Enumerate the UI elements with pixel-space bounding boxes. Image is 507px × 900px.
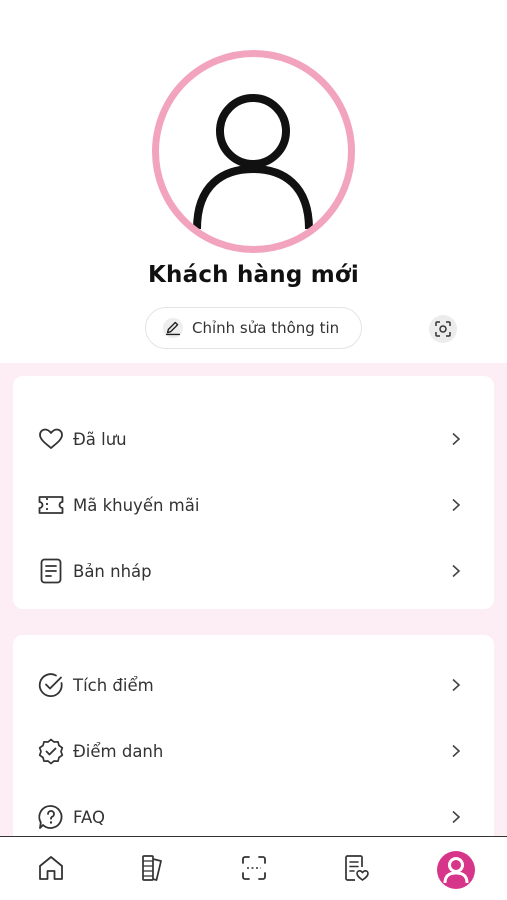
nav-orders[interactable] [339,851,373,885]
menu-area: Đã lưu Mã khuyến mãi Bản nháp Tích điểm … [0,363,507,836]
menu-item-label: FAQ [73,807,105,827]
menu-item-saved[interactable]: Đã lưu [13,414,494,464]
nav-home[interactable] [34,851,68,885]
chevron-right-icon [452,678,461,692]
question-bubble-icon [38,805,63,829]
home-icon [39,856,63,880]
menu-item-check-in[interactable]: Điểm danh [13,726,494,776]
menu-item-drafts[interactable]: Bản nháp [13,546,494,596]
edit-profile-label: Chỉnh sửa thông tin [192,319,340,337]
menu-card-1: Đã lưu Mã khuyến mãi Bản nháp [13,376,494,609]
menu-item-label: Tích điểm [73,675,154,695]
bottom-navigation [0,836,507,900]
ticket-icon [38,496,64,514]
focus-icon [435,321,451,337]
chevron-right-icon [452,498,461,512]
edit-pen-icon [162,317,184,339]
document-icon [40,558,62,584]
heart-icon [39,428,63,449]
menu-item-label: Điểm danh [73,741,164,761]
menu-item-promo-codes[interactable]: Mã khuyến mãi [13,480,494,530]
menu-item-faq[interactable]: FAQ [13,792,494,836]
badge-check-icon [38,738,64,765]
scan-icon [242,856,266,880]
profile-header: Khách hàng mới Chỉnh sửa thông tin [0,0,507,363]
chevron-right-icon [452,564,461,578]
customer-name: Khách hàng mới [148,262,359,288]
avatar[interactable] [152,50,355,253]
chevron-right-icon [452,810,461,824]
chevron-right-icon [452,744,461,758]
chevron-right-icon [452,432,461,446]
menu-item-label: Đã lưu [73,429,127,449]
orders-icon [345,855,369,881]
check-circle-icon [38,673,63,698]
menu-card-2: Tích điểm Điểm danh FAQ [13,635,494,836]
nav-catalog[interactable] [135,851,169,885]
qr-scan-button[interactable] [429,315,457,343]
menu-item-label: Bản nháp [73,561,152,581]
profile-icon [443,857,469,884]
nav-profile-active[interactable] [437,851,475,889]
catalog-icon [142,855,162,881]
menu-item-label: Mã khuyến mãi [73,495,200,515]
menu-item-points[interactable]: Tích điểm [13,660,494,710]
edit-profile-button[interactable]: Chỉnh sửa thông tin [145,307,362,349]
user-avatar-icon [193,94,313,230]
nav-scan[interactable] [237,851,271,885]
